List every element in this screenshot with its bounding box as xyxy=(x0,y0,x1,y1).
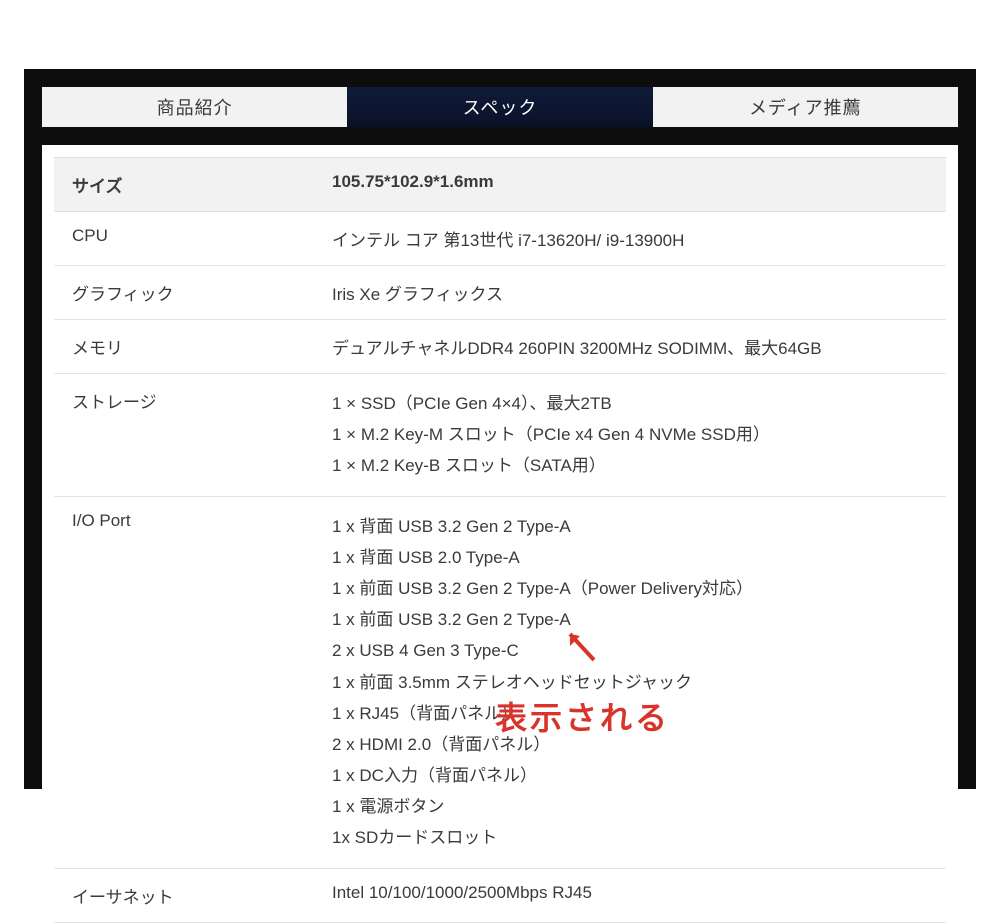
tab-intro[interactable]: 商品紹介 xyxy=(42,87,347,127)
tab-spec[interactable]: スペック xyxy=(347,87,652,127)
spec-io-line: 1 x 背面 USB 2.0 Type-A xyxy=(332,542,928,573)
spec-io-line: 1 x 前面 USB 3.2 Gen 2 Type-A（Power Delive… xyxy=(332,573,928,604)
spec-label-graphics: グラフィック xyxy=(54,266,314,320)
spec-row-ethernet: イーサネット Intel 10/100/1000/2500Mbps RJ45 xyxy=(54,868,946,922)
spec-io-line: 2 x HDMI 2.0（背面パネル） xyxy=(332,729,928,760)
spec-io-line: 1 x DC入力（背面パネル） xyxy=(332,760,928,791)
spec-label-storage: ストレージ xyxy=(54,374,314,497)
spec-row-memory: メモリ デュアルチャネルDDR4 260PIN 3200MHz SODIMM、最… xyxy=(54,320,946,374)
spec-value-memory: デュアルチャネルDDR4 260PIN 3200MHz SODIMM、最大64G… xyxy=(314,320,946,374)
spec-row-storage: ストレージ 1 × SSD（PCIe Gen 4×4）、最大2TB 1 × M.… xyxy=(54,374,946,497)
spec-table: サイズ 105.75*102.9*1.6mm CPU インテル コア 第13世代… xyxy=(54,157,946,923)
tab-bar: 商品紹介 スペック メディア推薦 xyxy=(42,87,958,127)
spec-value-storage: 1 × SSD（PCIe Gen 4×4）、最大2TB 1 × M.2 Key-… xyxy=(314,374,946,497)
spec-row-size: サイズ 105.75*102.9*1.6mm xyxy=(54,158,946,212)
spec-value-io: 1 x 背面 USB 3.2 Gen 2 Type-A 1 x 背面 USB 2… xyxy=(314,496,946,868)
spec-label-size: サイズ xyxy=(54,158,314,212)
tab-media[interactable]: メディア推薦 xyxy=(653,87,958,127)
spec-label-memory: メモリ xyxy=(54,320,314,374)
spec-label-cpu: CPU xyxy=(54,212,314,266)
spec-io-line: 1 x RJ45（背面パネル） xyxy=(332,698,928,729)
spec-panel: サイズ 105.75*102.9*1.6mm CPU インテル コア 第13世代… xyxy=(42,145,958,789)
spec-label-io: I/O Port xyxy=(54,496,314,868)
spec-storage-line: 1 × SSD（PCIe Gen 4×4）、最大2TB xyxy=(332,388,928,419)
spec-storage-line: 1 × M.2 Key-M スロット（PCIe x4 Gen 4 NVMe SS… xyxy=(332,419,928,450)
spec-row-cpu: CPU インテル コア 第13世代 i7-13620H/ i9-13900H xyxy=(54,212,946,266)
spec-value-size: 105.75*102.9*1.6mm xyxy=(314,158,946,212)
spec-io-line: 1 x 背面 USB 3.2 Gen 2 Type-A xyxy=(332,511,928,542)
spec-value-graphics: Iris Xe グラフィックス xyxy=(314,266,946,320)
spec-io-line: 1 x 電源ボタン xyxy=(332,791,928,822)
spec-value-cpu: インテル コア 第13世代 i7-13620H/ i9-13900H xyxy=(314,212,946,266)
spec-row-graphics: グラフィック Iris Xe グラフィックス xyxy=(54,266,946,320)
content-frame: 商品紹介 スペック メディア推薦 サイズ 105.75*102.9*1.6mm … xyxy=(24,69,976,789)
spec-io-line: 1x SDカードスロット xyxy=(332,822,928,853)
spec-io-line: 1 x 前面 3.5mm ステレオヘッドセットジャック xyxy=(332,667,928,698)
spec-io-line: 1 x 前面 USB 3.2 Gen 2 Type-A xyxy=(332,604,928,635)
spec-value-ethernet: Intel 10/100/1000/2500Mbps RJ45 xyxy=(314,868,946,922)
spec-io-line: 2 x USB 4 Gen 3 Type-C xyxy=(332,635,928,666)
spec-storage-line: 1 × M.2 Key-B スロット（SATA用） xyxy=(332,450,928,481)
spec-row-io: I/O Port 1 x 背面 USB 3.2 Gen 2 Type-A 1 x… xyxy=(54,496,946,868)
spec-label-ethernet: イーサネット xyxy=(54,868,314,922)
